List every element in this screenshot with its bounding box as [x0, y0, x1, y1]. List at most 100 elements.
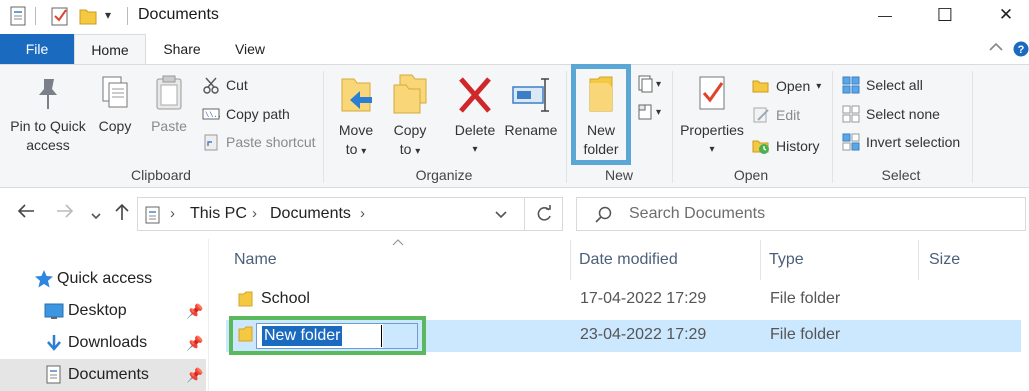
- pane-divider[interactable]: [208, 239, 209, 391]
- checkmark-icon[interactable]: [50, 5, 70, 27]
- move-to-button[interactable]: Move to ▾: [332, 73, 380, 161]
- tab-view[interactable]: View: [218, 34, 282, 64]
- tab-home[interactable]: Home: [74, 34, 146, 65]
- rename-button[interactable]: Rename: [502, 73, 560, 140]
- easy-access-button[interactable]: ▾: [636, 101, 661, 123]
- properties-icon[interactable]: [8, 5, 28, 27]
- scissors-icon: [203, 77, 219, 94]
- navigation-pane: Quick access Desktop 📌 Downloads 📌 Docum…: [0, 239, 208, 391]
- column-header-size[interactable]: Size: [919, 239, 1019, 283]
- address-dropdown-icon[interactable]: [494, 210, 508, 220]
- rename-input-text[interactable]: New folder: [262, 326, 343, 346]
- title-bar: ▾ Documents — ☐ ✕: [0, 0, 1029, 34]
- pin-icon[interactable]: 📌: [186, 335, 203, 352]
- group-label-clipboard: Clipboard: [131, 167, 191, 183]
- download-icon: [47, 335, 61, 351]
- forward-arrow-icon: [57, 204, 74, 218]
- qat-dropdown-icon[interactable]: ▾: [105, 8, 111, 22]
- back-arrow-icon: [17, 204, 34, 218]
- search-placeholder: Search Documents: [629, 205, 766, 222]
- help-icon[interactable]: ?: [1013, 41, 1029, 62]
- history-icon: [752, 140, 769, 154]
- chevron-down-icon: [91, 213, 101, 220]
- svg-text:\\..: \\..: [205, 112, 220, 120]
- address-row: › This PC › Documents › Search Documents: [0, 189, 1029, 239]
- documents-icon: [46, 365, 61, 384]
- select-all-icon: [842, 76, 860, 94]
- search-icon: [595, 206, 612, 223]
- nav-item-desktop[interactable]: Desktop 📌: [0, 295, 206, 327]
- select-none-button[interactable]: Select none: [842, 103, 940, 125]
- properties-button[interactable]: Properties ▾: [676, 73, 748, 159]
- nav-item-downloads[interactable]: Downloads 📌: [0, 327, 206, 359]
- pin-icon[interactable]: 📌: [186, 367, 203, 384]
- new-folder-icon[interactable]: [78, 5, 98, 27]
- copy-to-icon: [393, 74, 427, 114]
- history-button[interactable]: History: [752, 135, 820, 157]
- refresh-button[interactable]: [525, 197, 563, 231]
- copy-path-icon: \\..: [202, 108, 220, 120]
- group-separator: [972, 71, 973, 183]
- breadcrumb-chevron-icon[interactable]: ›: [252, 205, 257, 222]
- open-dropdown-icon: ▾: [816, 80, 822, 92]
- nav-item-quick-access[interactable]: Quick access: [0, 263, 206, 295]
- search-box[interactable]: Search Documents: [576, 197, 1026, 231]
- column-header-type[interactable]: Type: [761, 239, 917, 283]
- up-button[interactable]: [114, 202, 130, 227]
- open-button[interactable]: Open ▾: [752, 75, 821, 97]
- rename-input-tail: [383, 324, 417, 348]
- close-button[interactable]: ✕: [983, 0, 1029, 30]
- file-row-school[interactable]: School 17-04-2022 17:29 File folder: [226, 284, 1021, 316]
- collapse-ribbon-icon[interactable]: [989, 40, 1003, 59]
- paste-shortcut-icon: [204, 134, 218, 151]
- new-item-button[interactable]: ▾: [636, 73, 661, 95]
- breadcrumb-documents[interactable]: Documents: [270, 205, 351, 223]
- qat-separator: [35, 7, 36, 25]
- new-folder-highlight: [571, 64, 631, 165]
- column-header-date[interactable]: Date modified: [571, 239, 759, 283]
- copy-to-dropdown-icon: ▾: [415, 146, 421, 157]
- delete-dropdown-icon: ▾: [472, 144, 478, 155]
- recent-locations-button[interactable]: [90, 205, 102, 226]
- qat-separator: [127, 7, 128, 25]
- delete-button[interactable]: Delete ▾: [448, 73, 502, 159]
- paste-button[interactable]: Paste: [146, 73, 192, 136]
- paste-shortcut-button[interactable]: Paste shortcut: [202, 131, 316, 153]
- breadcrumb-chevron-icon[interactable]: ›: [360, 205, 365, 222]
- tab-share[interactable]: Share: [150, 34, 214, 64]
- new-item-dropdown-icon: ▾: [656, 78, 662, 90]
- open-folder-icon: [752, 80, 769, 93]
- cut-button[interactable]: Cut: [202, 74, 248, 96]
- back-button[interactable]: [16, 203, 36, 224]
- invert-selection-button[interactable]: Invert selection: [842, 131, 960, 153]
- delete-x-icon: [459, 77, 491, 113]
- copy-button[interactable]: Copy: [92, 73, 138, 136]
- documents-location-icon: [145, 206, 160, 224]
- tab-file[interactable]: File: [0, 34, 74, 64]
- ribbon-tabs: File Home Share View ?: [0, 34, 1029, 65]
- desktop-icon: [44, 303, 64, 319]
- pin-to-quick-access-button[interactable]: Pin to Quick access: [4, 73, 92, 155]
- group-label-select: Select: [881, 167, 921, 183]
- folder-icon: [238, 326, 253, 342]
- properties-dropdown-icon: ▾: [709, 144, 715, 155]
- forward-button[interactable]: [55, 203, 75, 224]
- edit-button[interactable]: Edit: [752, 104, 800, 126]
- column-header-name[interactable]: Name: [226, 239, 570, 283]
- breadcrumb-chevron-icon[interactable]: ›: [170, 205, 175, 222]
- window-title: Documents: [138, 6, 219, 23]
- easy-access-icon: [638, 104, 652, 120]
- minimize-button[interactable]: —: [862, 0, 908, 30]
- breadcrumb-this-pc[interactable]: This PC: [190, 205, 247, 223]
- select-all-button[interactable]: Select all: [842, 74, 923, 96]
- properties-check-icon: [699, 76, 725, 110]
- pin-icon[interactable]: 📌: [186, 303, 203, 320]
- copy-to-button[interactable]: Copy to ▾: [386, 73, 434, 161]
- maximize-button[interactable]: ☐: [922, 0, 968, 30]
- svg-text:?: ?: [1018, 44, 1025, 56]
- copy-path-button[interactable]: \\.. Copy path: [202, 103, 290, 125]
- select-none-icon: [842, 105, 860, 123]
- address-bar[interactable]: › This PC › Documents ›: [137, 197, 525, 231]
- nav-item-documents[interactable]: Documents 📌: [0, 359, 206, 391]
- easy-access-dropdown-icon: ▾: [656, 106, 662, 118]
